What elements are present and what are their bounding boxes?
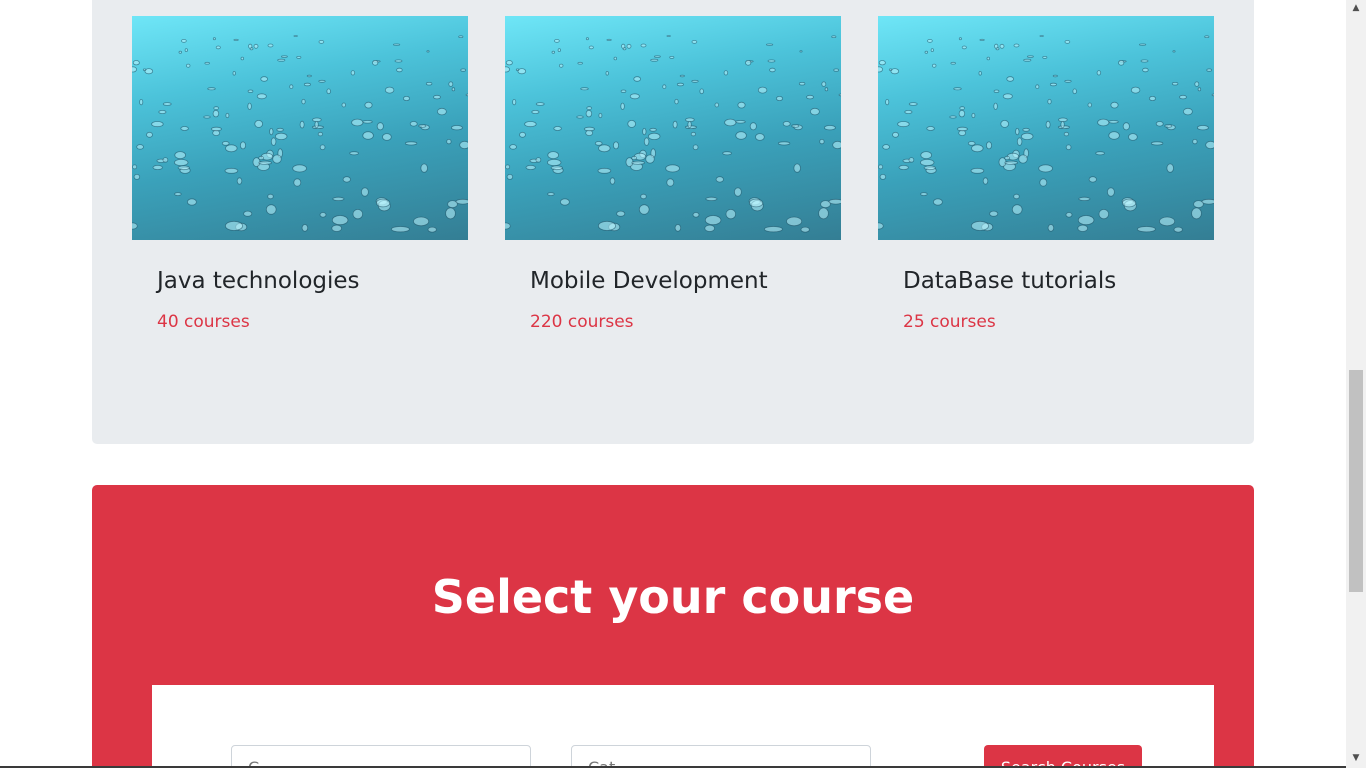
category-title[interactable]: Mobile Development (530, 266, 841, 296)
category-image[interactable] (505, 16, 841, 240)
water-droplets-image (132, 35, 468, 233)
category-card-database[interactable]: DataBase tutorials 25 courses (878, 16, 1214, 333)
category-course-count: 25 courses (903, 312, 996, 332)
select-course-section: Select your course Search Courses (92, 485, 1254, 768)
category-card-mobile[interactable]: Mobile Development 220 courses (505, 16, 841, 333)
course-name-input[interactable] (231, 745, 531, 768)
category-input[interactable] (571, 745, 871, 768)
category-course-count: 40 courses (157, 312, 250, 332)
category-image[interactable] (878, 16, 1214, 240)
category-card-java[interactable]: Java technologies 40 courses (132, 16, 468, 333)
scrollbar-thumb[interactable] (1349, 370, 1363, 592)
search-courses-button[interactable]: Search Courses (984, 745, 1142, 768)
section-title: Select your course (431, 570, 915, 624)
course-categories-panel: Java technologies 40 courses Mobile Deve… (92, 0, 1254, 444)
category-title[interactable]: Java technologies (157, 266, 468, 296)
vertical-scrollbar[interactable]: ▲ ▼ (1346, 0, 1366, 768)
scroll-up-arrow-icon[interactable]: ▲ (1346, 0, 1366, 17)
water-droplets-image (505, 35, 841, 233)
category-course-count: 220 courses (530, 312, 634, 332)
category-image[interactable] (132, 16, 468, 240)
category-title[interactable]: DataBase tutorials (903, 266, 1214, 296)
water-droplets-image (878, 35, 1214, 233)
scroll-down-arrow-icon[interactable]: ▼ (1346, 750, 1366, 767)
page-viewport: Java technologies 40 courses Mobile Deve… (0, 0, 1346, 768)
course-search-form: Search Courses (152, 685, 1214, 768)
